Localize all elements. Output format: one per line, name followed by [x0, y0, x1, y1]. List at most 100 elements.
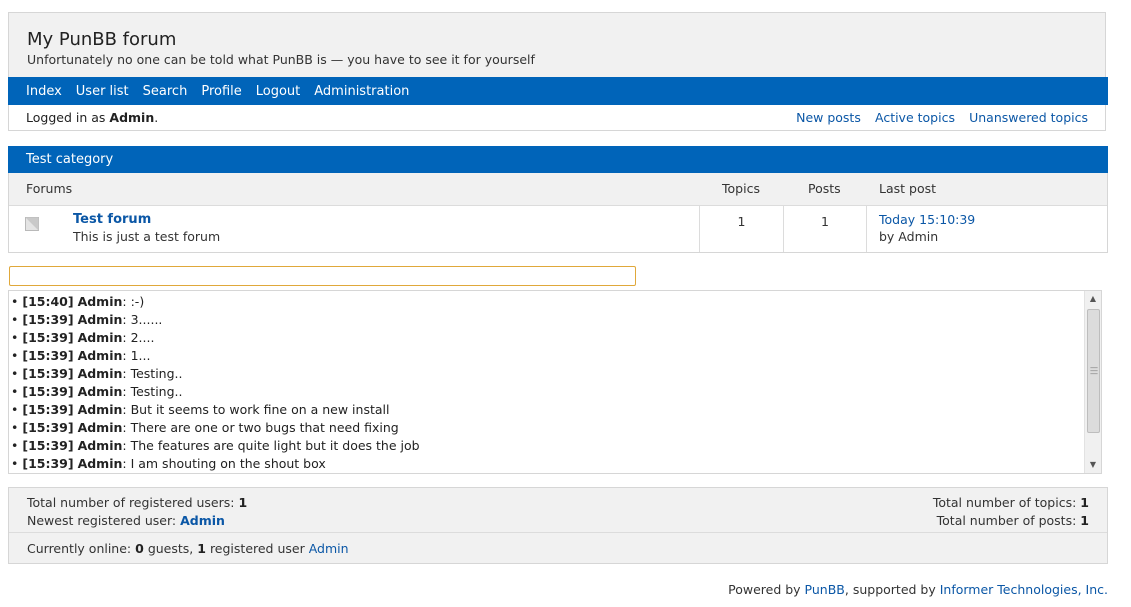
board-stats: Total number of registered users: 1 Newe… [8, 487, 1108, 564]
shout-text: : But it seems to work fine on a new ins… [122, 402, 390, 417]
shout-time: [15:39] [22, 312, 74, 327]
quick-links: New posts Active topics Unanswered topic… [786, 110, 1088, 126]
supported-by-label: , supported by [844, 582, 936, 597]
bullet-icon: • [11, 402, 23, 417]
shout-text: : The features are quite light but it do… [122, 438, 420, 453]
bullet-icon: • [11, 456, 23, 471]
newest-user-link[interactable]: Admin [180, 513, 225, 528]
bullet-icon: • [11, 294, 23, 309]
logged-in-text: Logged in as Admin. [26, 110, 786, 125]
user-status-bar: Logged in as Admin. New posts Active top… [9, 105, 1105, 130]
forum-table: Forums Topics Posts Last post Test forum… [8, 173, 1108, 253]
main-nav: Index User list Search Profile Logout Ad… [8, 77, 1108, 105]
shout-message: • [15:39] Admin: But it seems to work fi… [11, 401, 1101, 419]
col-last-post: Last post [879, 173, 937, 205]
newest-user-stat: Newest registered user: Admin [27, 513, 225, 528]
guests-count: 0 [135, 541, 144, 556]
bullet-icon: • [11, 384, 23, 399]
forum-description-text: This is just a test forum [73, 229, 221, 244]
shout-time: [15:39] [22, 456, 74, 471]
forum-name-link[interactable]: Test forum [73, 212, 151, 227]
divider [866, 206, 867, 252]
shout-user: Admin [77, 420, 123, 435]
forum-row: Test forum This is just a test forum [9, 206, 699, 252]
shout-user: Admin [77, 438, 123, 453]
shout-time: [15:39] [22, 402, 74, 417]
guests-label: guests, [147, 541, 194, 556]
bullet-icon: • [11, 420, 23, 435]
forum-last-post: Today 15:10:39 by Admin [879, 206, 1099, 252]
bullet-icon: • [11, 312, 23, 327]
shout-message: • [15:39] Admin: I am shouting on the sh… [11, 455, 1101, 473]
registered-online-count: 1 [197, 541, 206, 556]
shout-user: Admin [77, 294, 123, 309]
bullet-icon: • [11, 366, 23, 381]
nav-profile[interactable]: Profile [201, 84, 241, 99]
shout-text: : Testing.. [122, 366, 183, 381]
registered-users-stat: Total number of registered users: 1 [27, 495, 247, 510]
shout-user: Admin [77, 348, 123, 363]
shout-user: Admin [77, 384, 123, 399]
divider [9, 532, 1107, 533]
newest-user-label: Newest registered user: [27, 513, 177, 528]
shoutbox-messages: • [15:40] Admin: :-) • [15:39] Admin: 3..… [9, 291, 1101, 473]
col-topics: Topics [722, 173, 760, 205]
punbb-link[interactable]: PunBB [805, 582, 845, 597]
nav-administration[interactable]: Administration [314, 84, 409, 99]
shout-user: Admin [77, 456, 123, 471]
nav-user-list[interactable]: User list [76, 84, 129, 99]
shout-time: [15:39] [22, 348, 74, 363]
shoutbox-input[interactable] [9, 266, 636, 286]
nav-index[interactable]: Index [26, 84, 62, 99]
shout-user: Admin [77, 330, 123, 345]
online-label: Currently online: [27, 541, 132, 556]
col-posts: Posts [808, 173, 841, 205]
bullet-icon: • [11, 348, 23, 363]
shout-message: • [15:39] Admin: 1... [11, 347, 1101, 365]
registered-users-label: Total number of registered users: [27, 495, 235, 510]
shout-user: Admin [77, 366, 123, 381]
unanswered-topics-link[interactable]: Unanswered topics [969, 110, 1088, 125]
topics-count: 1 [1080, 495, 1089, 510]
shout-message: • [15:39] Admin: There are one or two bu… [11, 419, 1101, 437]
forum-description: Unfortunately no one can be told what Pu… [27, 52, 535, 67]
forum-status-icon [25, 217, 39, 231]
online-stat: Currently online: 0 guests, 1 registered… [27, 541, 349, 556]
nav-logout[interactable]: Logout [256, 84, 301, 99]
last-post-link[interactable]: Today 15:10:39 [879, 212, 975, 227]
shout-message: • [15:39] Admin: 3...... [11, 311, 1101, 329]
company-link[interactable]: Informer Technologies, Inc. [940, 582, 1108, 597]
shout-time: [15:39] [22, 366, 74, 381]
shout-text: : 2.... [122, 330, 155, 345]
shout-text: : 1... [122, 348, 151, 363]
scroll-up-icon[interactable]: ▲ [1085, 291, 1101, 307]
shout-message: • [15:39] Admin: The features are quite … [11, 437, 1101, 455]
shout-message: • [15:39] Admin: 2.... [11, 329, 1101, 347]
topics-label: Total number of topics: [932, 495, 1077, 510]
footer: Powered by PunBB, supported by Informer … [728, 582, 1108, 597]
posts-label: Total number of posts: [936, 513, 1077, 528]
registered-online-label: registered user [209, 541, 305, 556]
posts-stat: Total number of posts: 1 [937, 513, 1089, 528]
shout-text: : Testing.. [122, 384, 183, 399]
active-topics-link[interactable]: Active topics [875, 110, 955, 125]
online-user-link[interactable]: Admin [309, 541, 349, 556]
shoutbox: • [15:40] Admin: :-) • [15:39] Admin: 3..… [8, 290, 1102, 474]
shout-time: [15:39] [22, 438, 74, 453]
shoutbox-scrollbar[interactable]: ▲ — — — ▼ [1084, 291, 1101, 473]
shout-time: [15:39] [22, 384, 74, 399]
shout-text: : :-) [122, 294, 145, 309]
new-posts-link[interactable]: New posts [796, 110, 861, 125]
shout-time: [15:40] [22, 294, 74, 309]
powered-by-label: Powered by [728, 582, 801, 597]
scroll-thumb[interactable]: — — — [1087, 309, 1100, 433]
last-post-author: by Admin [879, 229, 939, 244]
shout-text: : There are one or two bugs that need fi… [122, 420, 399, 435]
page: My PunBB forum Unfortunately no one can … [0, 0, 1131, 607]
category-header: Test category [8, 146, 1108, 173]
nav-search[interactable]: Search [143, 84, 188, 99]
forum-title: My PunBB forum [27, 29, 177, 50]
forum-table-header [9, 173, 1107, 206]
forum-header: My PunBB forum Unfortunately no one can … [8, 12, 1108, 131]
scroll-down-icon[interactable]: ▼ [1085, 457, 1101, 473]
